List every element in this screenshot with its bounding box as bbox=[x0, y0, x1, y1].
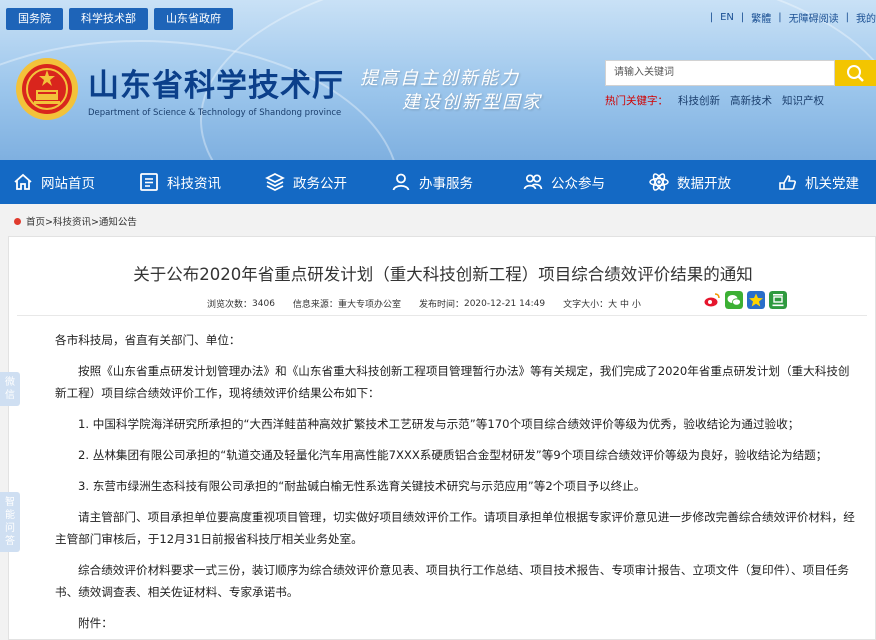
article-body: 各市科技局，省直有关部门、单位： 按照《山东省重点研发计划管理办法》和《山东省重… bbox=[55, 329, 855, 640]
fontsize-options[interactable]: 大 中 小 bbox=[608, 297, 641, 310]
views-label: 浏览次数： bbox=[207, 300, 253, 310]
time-label: 发布时间： bbox=[418, 300, 464, 310]
news-icon bbox=[140, 173, 158, 191]
breadcrumb-path[interactable]: 首页>科技资讯>通知公告 bbox=[26, 214, 137, 228]
nav-party[interactable]: 机关党建 bbox=[764, 160, 871, 204]
hot-keywords: 热门关键字： 科技创新 高新技术 知识产权 bbox=[605, 93, 824, 108]
separator: | bbox=[709, 12, 714, 23]
nav-home[interactable]: 网站首页 bbox=[0, 160, 107, 204]
hot-keyword[interactable]: 高新技术 bbox=[730, 93, 772, 108]
divider bbox=[17, 315, 867, 316]
national-emblem-icon bbox=[16, 58, 78, 120]
nav-label: 机关党建 bbox=[805, 176, 859, 192]
layers-icon bbox=[265, 173, 285, 191]
paragraph-salutation: 各市科技局，省直有关部门、单位： bbox=[55, 333, 241, 347]
paragraph-attachment: 附件： bbox=[78, 616, 113, 630]
source-label: 信息来源： bbox=[292, 300, 338, 310]
hand-icon bbox=[779, 175, 796, 190]
hot-keyword[interactable]: 科技创新 bbox=[678, 93, 720, 108]
nav-gov-affairs[interactable]: 政务公开 bbox=[252, 160, 359, 204]
breadcrumb: 首页>科技资讯>通知公告 bbox=[14, 214, 137, 228]
toptab-shandong-gov[interactable]: 山东省政府 bbox=[154, 8, 233, 30]
toptab-state-council[interactable]: 国务院 bbox=[6, 8, 63, 30]
side-tab-smart-qa[interactable]: 智 能 问 答 bbox=[0, 492, 20, 552]
site-title[interactable]: 山东省科学技术厅 bbox=[88, 60, 344, 105]
nav-services[interactable]: 办事服务 bbox=[378, 160, 485, 204]
source-value: 重大专项办公室 bbox=[337, 300, 401, 310]
side-tab-char: 智 bbox=[5, 497, 15, 508]
location-dot-icon bbox=[14, 217, 21, 225]
separator: | bbox=[740, 12, 745, 23]
slogan-line1: 提高自主创新能力 bbox=[360, 68, 520, 89]
paragraph: 1. 中国科学院海洋研究所承担的“大西洋鲑苗种高效扩繁技术工艺研发与示范”等17… bbox=[78, 417, 800, 431]
paragraph: 请主管部门、项目承担单位要高度重视项目管理，切实做好项目绩效评价工作。请项目承担… bbox=[55, 510, 855, 546]
views-count: 3406 bbox=[252, 298, 275, 309]
paragraph: 综合绩效评价材料要求一式三份，装订顺序为综合绩效评价意见表、项目执行工作总结、项… bbox=[55, 563, 849, 599]
user-service-icon bbox=[392, 173, 410, 191]
link-traditional[interactable]: 繁體 bbox=[751, 10, 771, 25]
side-tab-char: 答 bbox=[5, 536, 15, 547]
hot-keyword[interactable]: 知识产权 bbox=[782, 93, 824, 108]
article-title: 关于公布2020年省重点研发计划（重大科技创新工程）项目综合绩效评价结果的通知 bbox=[133, 265, 753, 284]
slogan-line2: 建设创新型国家 bbox=[402, 92, 542, 113]
hot-keywords-label: 热门关键字： bbox=[605, 95, 668, 107]
nav-label: 科技资讯 bbox=[167, 176, 221, 192]
nav-open-data[interactable]: 数据开放 bbox=[636, 160, 743, 204]
douban-icon[interactable] bbox=[769, 291, 787, 309]
nav-label: 政务公开 bbox=[293, 176, 347, 192]
search-button[interactable] bbox=[835, 60, 876, 86]
home-icon bbox=[14, 173, 32, 190]
separator: | bbox=[845, 12, 849, 23]
star-icon[interactable] bbox=[747, 291, 765, 309]
top-tabs: 国务院 科学技术部 山东省政府 bbox=[6, 8, 233, 30]
nav-label: 办事服务 bbox=[419, 176, 473, 192]
nav-label: 数据开放 bbox=[677, 176, 731, 192]
side-tab-wechat[interactable]: 微 信 bbox=[0, 372, 20, 406]
nav-label: 网站首页 bbox=[41, 176, 95, 192]
wechat-icon[interactable] bbox=[725, 291, 743, 309]
link-accessibility[interactable]: 无障碍阅读 bbox=[789, 10, 839, 25]
nav-label: 公众参与 bbox=[551, 176, 605, 192]
side-tab-char: 问 bbox=[5, 523, 15, 534]
paragraph: 3. 东营市绿洲生态科技有限公司承担的“耐盐碱白榆无性系选育关键技术研究与示范应… bbox=[78, 479, 646, 493]
atom-icon bbox=[649, 173, 669, 191]
side-tab-char: 能 bbox=[5, 510, 15, 521]
site-header: 国务院 科学技术部 山东省政府 | EN | 繁體 | 无障碍阅读 | 我的 山… bbox=[0, 0, 876, 160]
article-meta: 浏览次数： 3406 信息来源： 重大专项办公室 发布时间： 2020-12-2… bbox=[207, 297, 641, 311]
nav-news[interactable]: 科技资讯 bbox=[126, 160, 233, 204]
main-nav: 网站首页 科技资讯 政务公开 办事服务 公众参与 数据开放 机关党建 bbox=[0, 160, 876, 204]
site-subtitle: Department of Science & Technology of Sh… bbox=[88, 108, 342, 118]
link-my[interactable]: 我的 bbox=[856, 10, 876, 25]
link-english[interactable]: EN bbox=[720, 12, 734, 23]
weibo-icon[interactable] bbox=[703, 291, 721, 309]
top-links: | EN | 繁體 | 无障碍阅读 | 我的 bbox=[703, 10, 876, 25]
search-icon bbox=[847, 65, 864, 82]
nav-public[interactable]: 公众参与 bbox=[510, 160, 617, 204]
paragraph: 2. 丛林集团有限公司承担的“轨道交通及轻量化汽车用高性能7XXX系硬质铝合金型… bbox=[78, 448, 828, 462]
time-value: 2020-12-21 14:49 bbox=[463, 298, 546, 309]
people-icon bbox=[523, 174, 543, 190]
paragraph: 按照《山东省重点研发计划管理办法》和《山东省重大科技创新工程项目管理暂行办法》等… bbox=[55, 364, 850, 400]
search-input[interactable]: 请输入关键词 bbox=[605, 60, 835, 86]
share-bar bbox=[703, 291, 787, 309]
toptab-most[interactable]: 科学技术部 bbox=[69, 8, 148, 30]
article-panel: 关于公布2020年省重点研发计划（重大科技创新工程）项目综合绩效评价结果的通知 … bbox=[8, 236, 876, 640]
side-tab-char: 微 bbox=[5, 377, 15, 388]
separator: | bbox=[778, 12, 782, 23]
fontsize-label: 文字大小： bbox=[563, 300, 609, 310]
side-tab-char: 信 bbox=[5, 390, 15, 401]
